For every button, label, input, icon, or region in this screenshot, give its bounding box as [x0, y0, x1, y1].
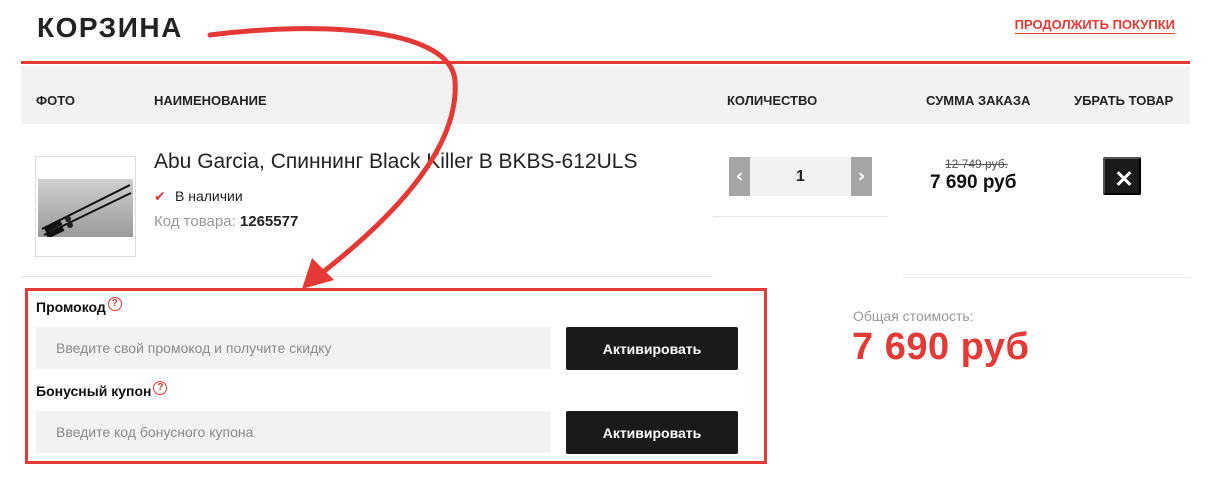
help-icon[interactable]: ?: [107, 297, 122, 311]
bonus-coupon-label: Бонусный купон?: [36, 381, 168, 399]
check-icon: ✔: [154, 188, 166, 204]
continue-shopping-link[interactable]: ПРОДОЛЖИТЬ ПОКУПКИ: [1014, 17, 1175, 34]
product-name[interactable]: Abu Garcia, Спиннинг Black Killer B BKBS…: [154, 150, 637, 174]
activate-promo-button[interactable]: Активировать: [566, 327, 738, 370]
quantity-stepper: ‹ 1 ›: [729, 157, 872, 196]
promo-code-label-text: Промокод: [36, 299, 106, 315]
stock-status: ✔ В наличии: [154, 188, 243, 205]
column-header-quantity: КОЛИЧЕСТВО: [727, 93, 818, 108]
column-header-name: НАИМЕНОВАНИЕ: [154, 93, 267, 108]
page-title: КОРЗИНА: [37, 12, 183, 43]
item-price: 7 690 руб: [930, 172, 1017, 193]
promo-code-input[interactable]: [36, 327, 551, 369]
total-value: 7 690 руб: [852, 326, 1030, 368]
bonus-coupon-label-text: Бонусный купон: [36, 383, 152, 399]
promo-code-label: Промокод?: [36, 297, 122, 315]
decrease-quantity-button[interactable]: ‹: [729, 157, 750, 196]
column-header-remove: УБРАТЬ ТОВАР: [1074, 93, 1174, 108]
increase-quantity-button[interactable]: ›: [851, 157, 872, 196]
cart-table-header: ФОТО НАИМЕНОВАНИЕ КОЛИЧЕСТВО СУММА ЗАКАЗ…: [21, 66, 1190, 124]
fishing-rod-image: [41, 184, 132, 239]
remove-item-button[interactable]: [1103, 157, 1141, 195]
activate-coupon-button[interactable]: Активировать: [566, 411, 738, 454]
row-divider-right: [903, 277, 1190, 278]
row-divider-left: [21, 276, 713, 277]
quantity-value[interactable]: 1: [750, 157, 851, 196]
quantity-divider: [713, 216, 888, 217]
help-icon[interactable]: ?: [153, 381, 168, 395]
product-photo: [38, 179, 133, 239]
product-code-value: 1265577: [239, 213, 299, 230]
header-divider: [21, 61, 1190, 64]
product-code-label: Код товара:: [154, 213, 236, 230]
column-header-order-sum: СУММА ЗАКАЗА: [926, 93, 1031, 108]
product-thumbnail[interactable]: [35, 156, 136, 257]
old-price: 12 749 руб.: [945, 157, 1008, 171]
stock-label: В наличии: [175, 188, 243, 204]
column-header-photo: ФОТО: [36, 93, 75, 108]
bonus-coupon-input[interactable]: [36, 411, 551, 453]
total-label: Общая стоимость:: [853, 308, 974, 324]
product-code: Код товара: 1265577: [154, 213, 298, 230]
